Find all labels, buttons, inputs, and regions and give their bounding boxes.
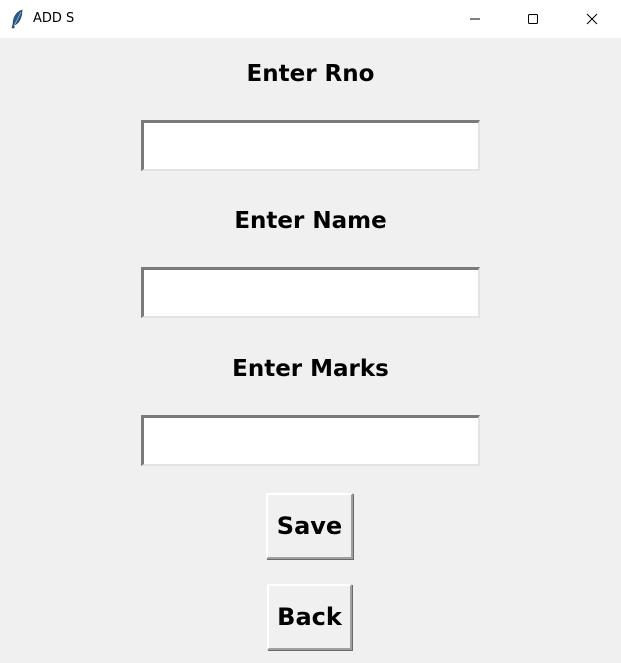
close-icon xyxy=(586,10,598,29)
title-bar[interactable]: ADD S xyxy=(0,0,621,38)
name-label: Enter Name xyxy=(234,208,387,234)
minimize-icon xyxy=(469,10,481,29)
rno-label: Enter Rno xyxy=(246,61,375,87)
marks-label: Enter Marks xyxy=(232,356,389,382)
maximize-icon xyxy=(527,10,539,29)
maximize-button[interactable] xyxy=(504,0,562,38)
save-button[interactable]: Save xyxy=(266,493,353,559)
minimize-button[interactable] xyxy=(446,0,504,38)
window-title: ADD S xyxy=(33,11,75,26)
close-button[interactable] xyxy=(563,0,621,38)
marks-input[interactable] xyxy=(141,415,480,466)
rno-input[interactable] xyxy=(141,120,480,171)
back-button[interactable]: Back xyxy=(267,584,352,650)
feather-icon xyxy=(10,9,24,29)
app-window: ADD S Enter Rno Enter Name Enter Marks S… xyxy=(0,0,621,663)
name-input[interactable] xyxy=(141,267,480,318)
form-area: Enter Rno Enter Name Enter Marks Save Ba… xyxy=(0,38,621,663)
